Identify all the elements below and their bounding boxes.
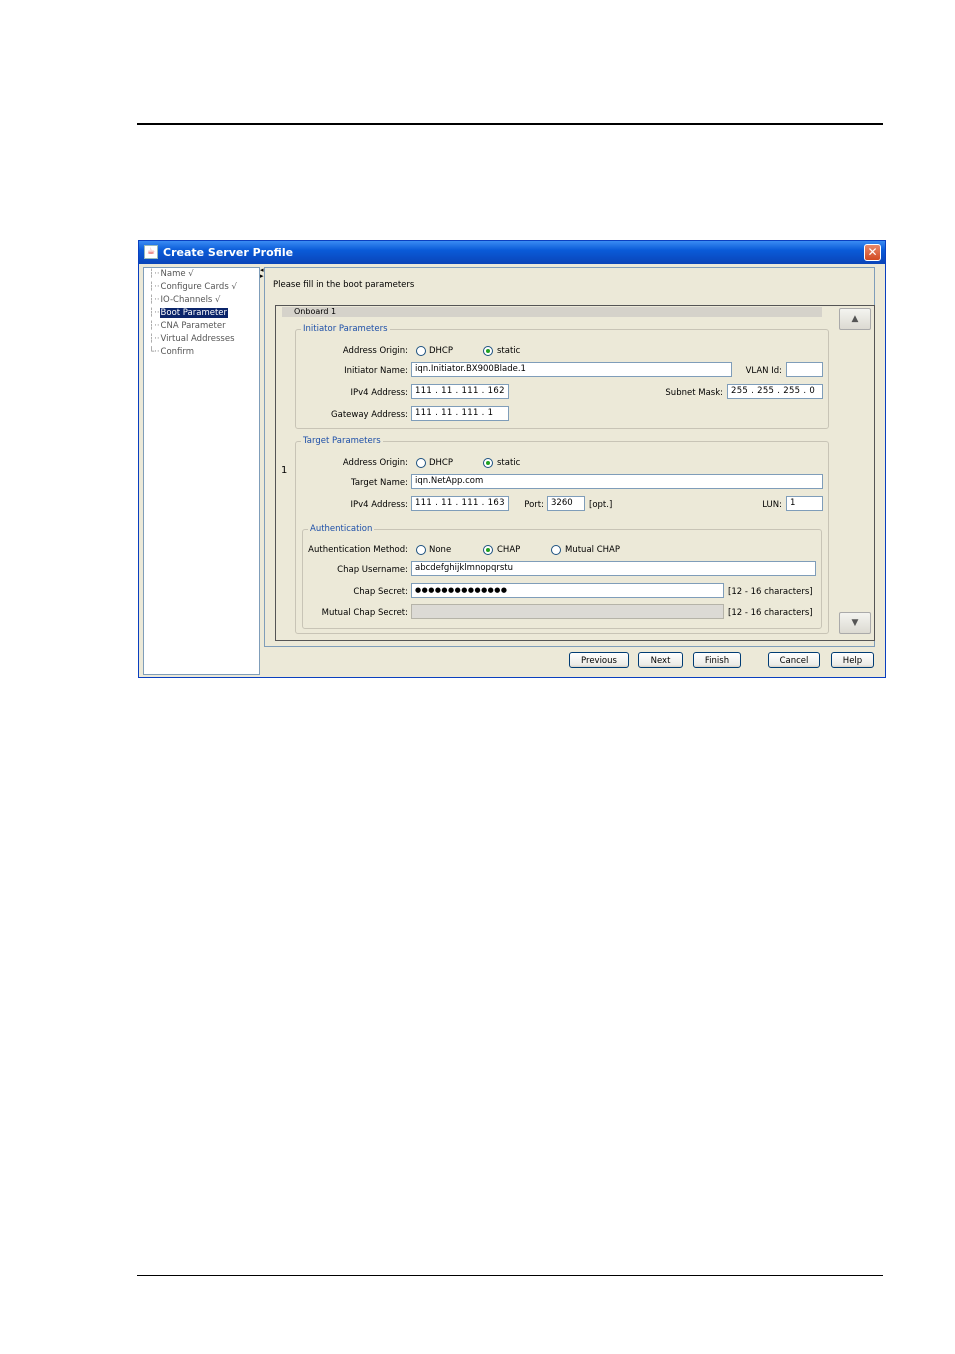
cancel-button[interactable]: Cancel [768, 652, 820, 668]
mutual-chap-secret-input [411, 604, 724, 619]
target-ipv4-input[interactable]: 111 . 11 . 111 . 163 [411, 496, 509, 511]
auth-none-radio[interactable] [416, 545, 426, 555]
target-ipv4-label: IPv4 Address: [350, 500, 409, 510]
lun-input[interactable]: 1 [786, 496, 823, 511]
initiator-dhcp-radio[interactable] [416, 346, 426, 356]
subnet-mask-label: Subnet Mask: [665, 388, 723, 398]
target-static-radio[interactable] [483, 458, 493, 468]
collapse-arrow-icon[interactable]: ◂ ▸ [260, 267, 264, 280]
target-port-label: Port: [524, 500, 544, 510]
chap-secret-input[interactable]: ●●●●●●●●●●●●●● [411, 583, 724, 598]
chap-secret-label: Chap Secret: [353, 587, 408, 597]
instruction-text: Please fill in the boot parameters [273, 280, 415, 290]
java-cup-icon: ☕ [144, 245, 158, 259]
arrow-up-icon: ▲ [851, 314, 859, 324]
onboard-header: Onboard 1 [282, 307, 822, 317]
nav-item-boot-parameter[interactable]: ┆··Boot Parameter [149, 307, 229, 319]
title-bar[interactable]: ☕ Create Server Profile ✕ [139, 241, 885, 264]
target-dhcp-radio[interactable] [416, 458, 426, 468]
nav-item-name[interactable]: ┆··Name √ [149, 268, 195, 280]
initiator-name-input[interactable]: iqn.Initiator.BX900Blade.1 [411, 362, 732, 377]
auth-method-label: Authentication Method: [308, 545, 408, 555]
page-top-rule [137, 123, 883, 125]
help-button[interactable]: Help [831, 652, 874, 668]
chap-username-label: Chap Username: [337, 565, 408, 575]
finish-button[interactable]: Finish [693, 652, 741, 668]
nav-item-label: CNA Parameter [160, 321, 226, 331]
target-name-input[interactable]: iqn.NetApp.com [411, 474, 823, 489]
chap-secret-hint: [12 - 16 characters] [728, 587, 813, 597]
vlan-id-label: VLAN Id: [745, 366, 782, 376]
initiator-dhcp-label: DHCP [429, 346, 453, 356]
auth-none-label: None [429, 545, 452, 555]
gateway-address-input[interactable]: 111 . 11 . 111 . 1 [411, 406, 509, 421]
target-dhcp-label: DHCP [429, 458, 453, 468]
next-button[interactable]: Next [638, 652, 683, 668]
nav-item-label: IO-Channels √ [160, 295, 221, 305]
arrow-down-icon: ▼ [851, 618, 859, 628]
window-title: Create Server Profile [163, 246, 294, 259]
lun-label: LUN: [762, 500, 782, 510]
initiator-legend: Initiator Parameters [303, 324, 388, 334]
page-bottom-rule [137, 1275, 883, 1276]
nav-item-confirm[interactable]: └··Confirm [149, 346, 195, 358]
gateway-address-label: Gateway Address: [331, 410, 408, 420]
auth-mutual-chap-radio[interactable] [551, 545, 561, 555]
auth-chap-radio[interactable] [483, 545, 493, 555]
nav-item-io-channels[interactable]: ┆··IO-Channels √ [149, 294, 221, 306]
vlan-id-input[interactable] [786, 362, 823, 377]
content-panel: Please fill in the boot parameters Onboa… [264, 267, 875, 647]
target-port-input[interactable]: 3260 [547, 496, 585, 511]
target-name-label: Target Name: [351, 478, 408, 488]
initiator-address-origin-label: Address Origin: [342, 346, 408, 356]
mutual-chap-secret-label: Mutual Chap Secret: [321, 608, 408, 618]
initiator-static-radio[interactable] [483, 346, 493, 356]
close-icon[interactable]: ✕ [864, 244, 881, 261]
nav-item-label: Confirm [160, 347, 195, 357]
wizard-steps-tree: ┆··Name √ ┆··Configure Cards √ ┆··IO-Cha… [143, 267, 260, 675]
nav-item-label: Virtual Addresses [160, 334, 235, 344]
nav-item-label: Name √ [160, 269, 194, 279]
boot-params-scroll-pane[interactable]: Onboard 1 1 Initiator Parameters Address… [275, 305, 875, 641]
target-legend: Target Parameters [303, 436, 381, 446]
target-address-origin-label: Address Origin: [342, 458, 408, 468]
nav-item-configure-cards[interactable]: ┆··Configure Cards √ [149, 281, 238, 293]
scroll-down-button[interactable]: ▼ [839, 612, 871, 634]
subnet-mask-input[interactable]: 255 . 255 . 255 . 0 [727, 384, 823, 399]
initiator-ipv4-input[interactable]: 111 . 11 . 111 . 162 [411, 384, 509, 399]
auth-mutual-chap-label: Mutual CHAP [565, 545, 620, 555]
initiator-ipv4-label: IPv4 Address: [350, 388, 409, 398]
target-static-label: static [497, 458, 521, 468]
chap-username-input[interactable]: abcdefghijklmnopqrstu [411, 561, 816, 576]
auth-chap-label: CHAP [497, 545, 521, 555]
row-number: 1 [281, 465, 288, 476]
create-server-profile-window: ☕ Create Server Profile ✕ ┆··Name √ ┆··C… [138, 240, 886, 678]
initiator-name-label: Initiator Name: [344, 366, 408, 376]
target-port-opt-label: [opt.] [589, 500, 613, 510]
initiator-static-label: static [497, 346, 521, 356]
wizard-button-bar: Previous Next Finish Cancel Help [264, 647, 875, 675]
nav-item-cna-parameter[interactable]: ┆··CNA Parameter [149, 320, 227, 332]
nav-item-label: Boot Parameter [159, 308, 229, 318]
nav-item-label: Configure Cards √ [160, 282, 237, 292]
mutual-chap-secret-hint: [12 - 16 characters] [728, 608, 813, 618]
authentication-legend: Authentication [310, 524, 373, 534]
nav-item-virtual-addresses[interactable]: ┆··Virtual Addresses [149, 333, 236, 345]
scroll-up-button[interactable]: ▲ [839, 308, 871, 330]
previous-button[interactable]: Previous [569, 652, 629, 668]
